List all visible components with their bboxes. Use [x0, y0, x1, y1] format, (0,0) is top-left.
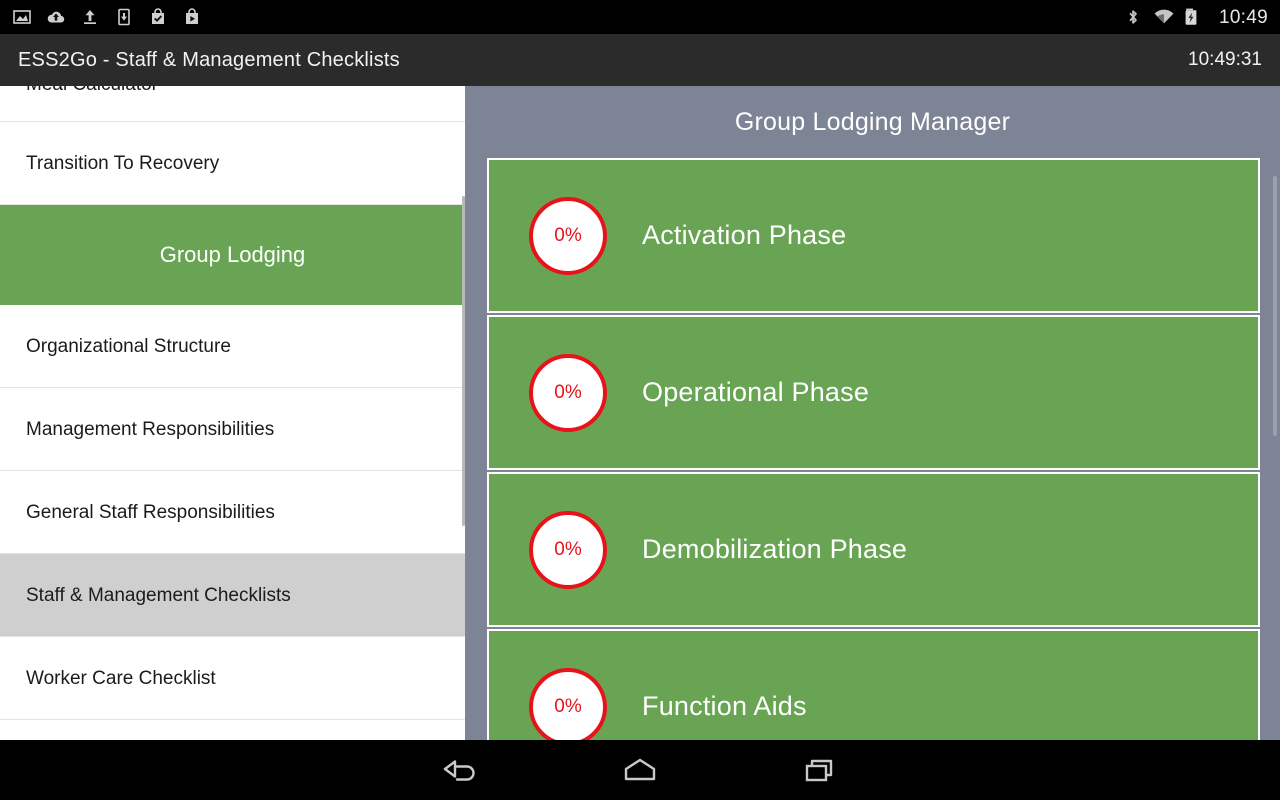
sidebar-item-group-lodging[interactable]: Group Lodging	[0, 205, 465, 305]
shopping-bag-check-icon	[148, 7, 168, 27]
download-to-device-icon	[114, 7, 134, 27]
progress-circle: 0%	[529, 196, 607, 275]
battery-charging-icon	[1183, 7, 1203, 27]
sidebar-nav-list[interactable]: Meal Calculator Transition To Recovery G…	[0, 86, 465, 740]
upload-arrow-icon	[80, 7, 100, 27]
sidebar-item-worker-care-checklist[interactable]: Worker Care Checklist	[0, 637, 465, 720]
phase-card-label: Activation Phase	[642, 220, 847, 250]
main-content: Meal Calculator Transition To Recovery G…	[0, 86, 1280, 740]
recents-icon	[797, 753, 843, 787]
status-bar-notification-icons[interactable]	[12, 7, 202, 27]
progress-circle: 0%	[529, 510, 607, 589]
sidebar-item-label: Organizational Structure	[26, 335, 231, 357]
sidebar-item-transition-to-recovery[interactable]: Transition To Recovery	[0, 122, 465, 205]
home-button[interactable]	[550, 740, 730, 800]
detail-panel: Group Lodging Manager 0% Activation Phas…	[465, 86, 1280, 740]
status-bar: 10:49	[0, 0, 1280, 34]
page-title: ESS2Go - Staff & Management Checklists	[18, 48, 400, 71]
progress-circle: 0%	[529, 667, 607, 740]
status-bar-clock: 10:49	[1218, 6, 1268, 28]
back-icon	[437, 753, 483, 787]
sidebar-item-organizational-structure[interactable]: Organizational Structure	[0, 305, 465, 388]
sidebar-item-label: General Staff Responsibilities	[26, 501, 275, 523]
play-store-bag-icon	[182, 7, 202, 27]
phase-card-function-aids[interactable]: 0% Function Aids	[487, 629, 1260, 740]
phase-card-label: Function Aids	[642, 691, 807, 721]
bluetooth-icon	[1123, 7, 1143, 27]
android-screen: 10:49 ESS2Go - Staff & Management Checkl…	[0, 0, 1280, 800]
screenshot-icon	[12, 7, 32, 27]
progress-percent: 0%	[554, 382, 582, 403]
phase-card-list: 0% Activation Phase 0% Operational Phase…	[465, 158, 1280, 740]
phase-card-activation[interactable]: 0% Activation Phase	[487, 158, 1260, 313]
sidebar-item-management-responsibilities[interactable]: Management Responsibilities	[0, 388, 465, 471]
phase-card-label: Operational Phase	[642, 377, 870, 407]
phase-card-demobilization[interactable]: 0% Demobilization Phase	[487, 472, 1260, 627]
progress-percent: 0%	[554, 225, 582, 246]
home-icon	[617, 753, 663, 787]
sidebar-item-label: Staff & Management Checklists	[26, 584, 291, 606]
phase-card-operational[interactable]: 0% Operational Phase	[487, 315, 1260, 470]
wifi-icon	[1153, 7, 1174, 27]
recent-apps-button[interactable]	[730, 740, 910, 800]
android-navigation-bar	[0, 740, 1280, 800]
app-bar-clock: 10:49:31	[1188, 49, 1262, 70]
sidebar-item-meal-calculator[interactable]: Meal Calculator	[0, 86, 465, 122]
panel-heading: Group Lodging Manager	[734, 108, 1011, 136]
phase-card-label: Demobilization Phase	[642, 534, 908, 564]
progress-circle: 0%	[529, 353, 607, 432]
app-title-bar: ESS2Go - Staff & Management Checklists 1…	[0, 34, 1280, 86]
sidebar-item-label: Transition To Recovery	[26, 152, 220, 174]
status-bar-system-icons[interactable]: 10:49	[1123, 7, 1268, 27]
sidebar-item-staff-management-checklists[interactable]: Staff & Management Checklists	[0, 554, 465, 637]
back-button[interactable]	[370, 740, 550, 800]
panel-scrollbar[interactable]	[1273, 176, 1277, 436]
sidebar-item-label: Group Lodging	[159, 242, 306, 267]
cloud-upload-icon	[46, 7, 66, 27]
sidebar-item-general-staff-responsibilities[interactable]: General Staff Responsibilities	[0, 471, 465, 554]
progress-percent: 0%	[554, 696, 582, 717]
progress-percent: 0%	[554, 539, 582, 560]
sidebar-item-label: Management Responsibilities	[26, 418, 275, 440]
sidebar-item-label: Worker Care Checklist	[26, 667, 216, 689]
sidebar-item-label: Meal Calculator	[26, 86, 158, 94]
